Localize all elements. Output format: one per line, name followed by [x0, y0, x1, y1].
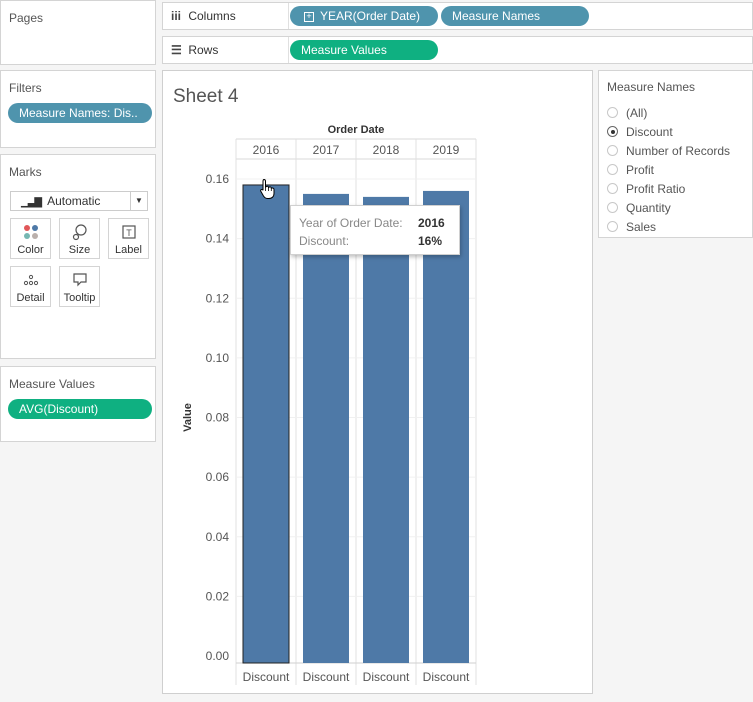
- y-tick-label: 0.16: [206, 172, 230, 186]
- bar-2018[interactable]: [363, 196, 409, 663]
- color-button[interactable]: Color: [10, 218, 51, 259]
- avg-discount-pill[interactable]: AVG(Discount): [8, 399, 152, 419]
- radio-icon[interactable]: [607, 221, 618, 233]
- radio-icon[interactable]: [607, 126, 618, 138]
- year-header-2016: 2016: [253, 143, 280, 157]
- legend-item-label: Sales: [626, 220, 657, 234]
- legend-item-all[interactable]: (All): [607, 104, 647, 122]
- tooltip-value-year: 2016: [418, 216, 445, 230]
- x-category-label: Discount: [243, 670, 290, 684]
- plus-box-icon[interactable]: +: [304, 12, 314, 22]
- columns-label: iii Columns: [171, 9, 236, 23]
- y-tick-label: 0.00: [206, 649, 230, 663]
- tooltip-button[interactable]: Tooltip: [59, 266, 100, 307]
- legend-item-label: Profit Ratio: [626, 182, 686, 196]
- mark-type-dropdown[interactable]: ▁▃▇ Automatic ▼: [10, 191, 148, 211]
- bar-2017[interactable]: [303, 193, 349, 663]
- columns-shelf[interactable]: iii Columns + YEAR(Order Date) Measure Na…: [162, 2, 753, 30]
- rows-label: ☰ Rows: [171, 43, 218, 57]
- bar-chart[interactable]: Order Date 0.00 0.02 0.04 0.06 0.08 0.10 0.12 0.…: [163, 71, 592, 693]
- hand-cursor-icon: [260, 178, 275, 199]
- legend-item-label: Quantity: [626, 201, 671, 215]
- bar-chart-icon: ▁▃▇: [21, 197, 42, 208]
- header-title: Order Date: [328, 124, 385, 136]
- y-tick-label: 0.08: [206, 411, 230, 425]
- filter-measure-names-pill[interactable]: Measure Names: Dis..: [8, 103, 152, 123]
- radio-icon[interactable]: [607, 183, 618, 195]
- tooltip-key-discount: Discount:: [299, 234, 350, 248]
- radio-icon[interactable]: [607, 202, 618, 214]
- view-area[interactable]: Sheet 4 Order Date 0.00 0.02 0.04 0.06 0.08 0.…: [162, 70, 593, 694]
- size-button[interactable]: Size: [59, 218, 100, 259]
- measure-names-legend[interactable]: Measure Names (All) Discount Number of Rec…: [598, 70, 753, 238]
- rows-label-text: Rows: [188, 43, 219, 57]
- radio-icon[interactable]: [607, 107, 618, 119]
- columns-icon: iii: [171, 9, 182, 23]
- marks-title: Marks: [9, 165, 42, 179]
- year-header-2017: 2017: [313, 143, 340, 157]
- size-icon: [60, 223, 99, 243]
- tooltip-icon: [60, 271, 99, 291]
- tooltip-key-year: Year of Order Date:: [299, 216, 403, 230]
- y-tick-label: 0.04: [206, 530, 230, 544]
- chevron-down-icon: ▼: [130, 192, 147, 210]
- rows-icon: ☰: [171, 43, 182, 57]
- y-tick-label: 0.06: [206, 470, 230, 484]
- year-header-2019: 2019: [433, 143, 460, 157]
- pages-panel[interactable]: Pages: [0, 0, 156, 65]
- legend-item-quantity[interactable]: Quantity: [607, 199, 671, 217]
- filters-panel[interactable]: Filters Measure Names: Dis..: [0, 70, 156, 148]
- shelf-divider: [288, 3, 289, 29]
- x-category-label: Discount: [303, 670, 350, 684]
- legend-item-label: Discount: [626, 125, 673, 139]
- detail-icon: [11, 271, 50, 291]
- legend-item-label: Profit: [626, 163, 655, 177]
- filters-title: Filters: [9, 81, 42, 95]
- x-category-label: Discount: [363, 670, 410, 684]
- legend-item-sales[interactable]: Sales: [607, 218, 656, 236]
- legend-item-label: (All): [626, 106, 648, 120]
- tooltip-value-discount: 16%: [418, 234, 443, 248]
- measure-names-pill[interactable]: Measure Names: [441, 6, 589, 26]
- rows-shelf[interactable]: ☰ Rows Measure Values: [162, 36, 753, 64]
- legend-item-number-of-records[interactable]: Number of Records: [607, 142, 730, 160]
- legend-title: Measure Names: [607, 80, 696, 94]
- y-axis-label: Value: [182, 403, 194, 432]
- radio-icon[interactable]: [607, 145, 618, 157]
- legend-item-discount[interactable]: Discount: [607, 123, 673, 141]
- tooltip-popup: Year of Order Date: 2016 Discount: 16%: [290, 205, 460, 255]
- legend-item-label: Number of Records: [626, 144, 731, 158]
- bar-2016[interactable]: [242, 184, 290, 664]
- x-category-label: Discount: [423, 670, 470, 684]
- y-tick-label: 0.10: [206, 351, 230, 365]
- columns-label-text: Columns: [188, 9, 236, 23]
- label-button[interactable]: T Label: [108, 218, 149, 259]
- y-tick-label: 0.14: [206, 232, 230, 246]
- measure-values-title: Measure Values: [9, 377, 95, 391]
- measure-values-row-pill[interactable]: Measure Values: [290, 40, 438, 60]
- label-icon: T: [109, 223, 148, 243]
- year-order-date-pill[interactable]: + YEAR(Order Date): [290, 6, 438, 26]
- measure-values-panel[interactable]: Measure Values AVG(Discount): [0, 366, 156, 442]
- shelf-divider: [288, 37, 289, 63]
- y-tick-label: 0.12: [206, 291, 230, 305]
- legend-item-profit-ratio[interactable]: Profit Ratio: [607, 180, 685, 198]
- detail-button[interactable]: Detail: [10, 266, 51, 307]
- color-dots-icon: [11, 223, 50, 243]
- marks-panel[interactable]: Marks ▁▃▇ Automatic ▼ Color Size T Label …: [0, 154, 156, 359]
- year-header-2018: 2018: [373, 143, 400, 157]
- svg-text:T: T: [126, 228, 132, 238]
- legend-item-profit[interactable]: Profit: [607, 161, 654, 179]
- bar-2019[interactable]: [423, 190, 469, 664]
- pages-title: Pages: [9, 11, 44, 25]
- radio-icon[interactable]: [607, 164, 618, 176]
- y-tick-label: 0.02: [206, 589, 230, 603]
